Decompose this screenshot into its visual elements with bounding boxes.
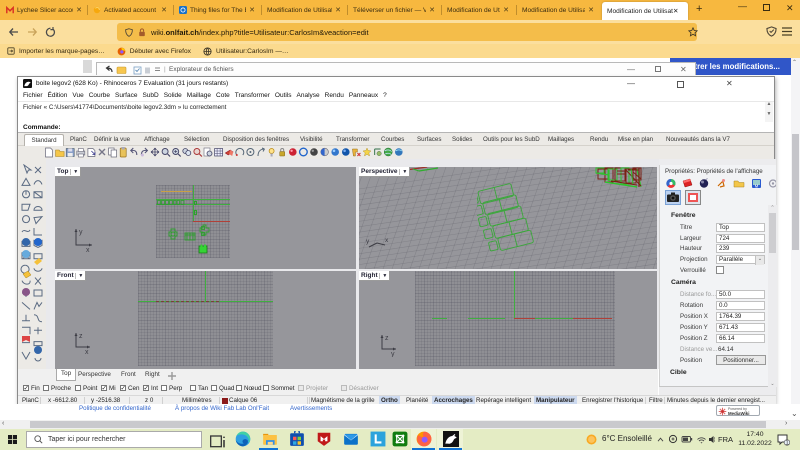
svg-text:x: x (85, 349, 89, 355)
svg-text:x: x (86, 247, 90, 253)
svg-text:M: M (755, 184, 759, 189)
svg-text:z: z (79, 333, 83, 340)
svg-text:x: x (385, 237, 389, 244)
svg-text:y: y (79, 229, 83, 236)
svg-text:y: y (391, 351, 395, 357)
svg-text:y: y (366, 238, 370, 245)
svg-text:z: z (385, 335, 389, 342)
